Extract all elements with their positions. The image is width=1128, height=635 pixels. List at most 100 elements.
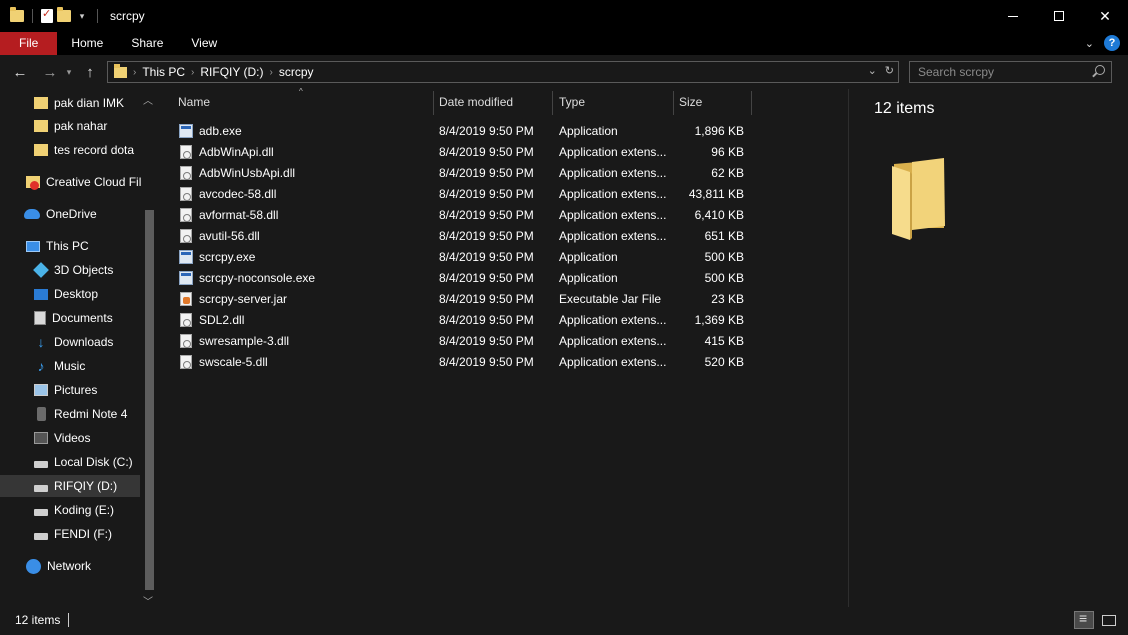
expand-ribbon-chevron-icon[interactable]: ⌄ <box>1085 37 1094 50</box>
table-row[interactable]: AdbWinApi.dll 8/4/2019 9:50 PM Applicati… <box>177 142 757 163</box>
drive-icon <box>34 460 48 468</box>
sidebar-item-redmi-note-4[interactable]: Redmi Note 4 <box>0 403 140 425</box>
sidebar-item-videos[interactable]: Videos <box>0 427 140 449</box>
breadcrumb-chevron-icon[interactable]: › <box>191 67 194 78</box>
breadcrumb-this-pc[interactable]: This PC <box>142 65 185 79</box>
recent-locations-chevron-icon[interactable]: ▾ <box>62 67 76 78</box>
dll-icon <box>180 145 192 159</box>
refresh-icon[interactable]: ↻ <box>885 64 894 77</box>
search-box[interactable] <box>909 61 1112 83</box>
tab-home[interactable]: Home <box>57 32 117 55</box>
search-icon[interactable] <box>1095 65 1105 75</box>
scroll-down-chevron-icon[interactable]: ﹀ <box>143 593 153 607</box>
breadcrumb-scrcpy[interactable]: scrcpy <box>279 65 314 79</box>
file-type: Application extens... <box>559 166 667 180</box>
file-type: Application extens... <box>559 229 667 243</box>
table-row[interactable]: scrcpy.exe 8/4/2019 9:50 PM Application … <box>177 247 757 268</box>
column-header-name[interactable]: Name <box>178 89 210 115</box>
maximize-button[interactable] <box>1036 0 1082 32</box>
column-header-date-modified[interactable]: Date modified <box>439 89 513 115</box>
toolbar-divider <box>32 9 33 23</box>
address-dropdown-chevron-icon[interactable]: ⌄ <box>868 64 877 77</box>
sidebar-item-documents[interactable]: Documents <box>0 307 140 329</box>
close-button[interactable]: ✕ <box>1082 0 1128 32</box>
sidebar-item-desktop[interactable]: Desktop <box>0 283 140 305</box>
status-divider <box>68 613 69 627</box>
sidebar-item-label: FENDI (F:) <box>54 527 112 541</box>
sidebar-item-this-pc[interactable]: This PC <box>0 235 140 257</box>
table-row[interactable]: adb.exe 8/4/2019 9:50 PM Application 1,8… <box>177 121 757 142</box>
file-date: 8/4/2019 9:50 PM <box>439 313 534 327</box>
back-arrow-icon[interactable]: ← <box>8 64 32 81</box>
sidebar-item-music[interactable]: ♪ Music <box>0 355 140 377</box>
drive-icon <box>34 532 48 540</box>
sidebar-item-onedrive[interactable]: OneDrive <box>0 203 140 225</box>
sidebar-item-label: Network <box>47 559 92 573</box>
forward-arrow-icon[interactable]: → <box>38 64 62 81</box>
dll-icon <box>180 166 192 180</box>
breadcrumb-rifqiy-drive[interactable]: RIFQIY (D:) <box>200 65 263 79</box>
sidebar-item-3d-objects[interactable]: 3D Objects <box>0 259 140 281</box>
table-row[interactable]: avformat-58.dll 8/4/2019 9:50 PM Applica… <box>177 205 757 226</box>
sidebar-item-pak-nahar[interactable]: pak nahar <box>0 115 140 137</box>
table-row[interactable]: swresample-3.dll 8/4/2019 9:50 PM Applic… <box>177 331 757 352</box>
breadcrumb-chevron-icon[interactable]: › <box>133 67 136 78</box>
sidebar-item-creative-cloud-files[interactable]: Creative Cloud Fil <box>0 171 141 193</box>
sidebar-item-network[interactable]: Network <box>0 555 140 577</box>
folder-icon <box>34 144 48 156</box>
properties-icon[interactable] <box>41 7 53 23</box>
table-row[interactable]: avcodec-58.dll 8/4/2019 9:50 PM Applicat… <box>177 184 757 205</box>
sidebar-item-label: Documents <box>52 311 113 325</box>
window-controls: ✕ <box>990 0 1128 32</box>
sidebar-item-koding-e[interactable]: Koding (E:) <box>0 499 140 521</box>
table-row[interactable]: AdbWinUsbApi.dll 8/4/2019 9:50 PM Applic… <box>177 163 757 184</box>
file-type: Application extens... <box>559 208 667 222</box>
address-bar[interactable]: › This PC › RIFQIY (D:) › scrcpy ⌄ ↻ <box>107 61 899 83</box>
tab-file[interactable]: File <box>0 32 58 55</box>
large-icons-view-button[interactable] <box>1099 611 1119 629</box>
breadcrumb-chevron-icon[interactable]: › <box>270 67 273 78</box>
file-size: 500 KB <box>704 250 744 264</box>
sidebar-item-local-disk-c[interactable]: Local Disk (C:) <box>0 451 140 473</box>
navigation-bar: ← → ▾ ↑ › This PC › RIFQIY (D:) › scrcpy… <box>0 55 1128 89</box>
file-date: 8/4/2019 9:50 PM <box>439 187 534 201</box>
table-row[interactable]: SDL2.dll 8/4/2019 9:50 PM Application ex… <box>177 310 757 331</box>
sidebar-item-fendi-f[interactable]: FENDI (F:) <box>0 523 140 545</box>
details-item-count: 12 items <box>874 100 935 117</box>
sidebar-item-pak-dian-imk[interactable]: pak dian IMK <box>0 92 140 114</box>
tab-view[interactable]: View <box>177 32 231 55</box>
sidebar-item-label: pak dian IMK <box>54 96 125 110</box>
details-view-button[interactable] <box>1074 610 1094 629</box>
new-folder-icon[interactable] <box>57 7 71 22</box>
sidebar-scrollbar-thumb[interactable] <box>145 210 154 590</box>
search-input[interactable] <box>910 62 1085 82</box>
sidebar-item-pictures[interactable]: Pictures <box>0 379 140 401</box>
column-divider[interactable] <box>673 91 674 115</box>
table-row[interactable]: swscale-5.dll 8/4/2019 9:50 PM Applicati… <box>177 352 757 373</box>
customize-toolbar-chevron-icon[interactable]: ▾ <box>75 11 89 22</box>
drive-icon <box>34 508 48 516</box>
column-divider[interactable] <box>751 91 752 115</box>
table-row[interactable]: scrcpy-noconsole.exe 8/4/2019 9:50 PM Ap… <box>177 268 757 289</box>
table-row[interactable]: scrcpy-server.jar 8/4/2019 9:50 PM Execu… <box>177 289 757 310</box>
exe-icon <box>179 124 193 138</box>
sidebar-item-rifqiy-d[interactable]: RIFQIY (D:) <box>0 475 140 497</box>
toolbar-divider <box>97 9 98 23</box>
table-row[interactable]: avutil-56.dll 8/4/2019 9:50 PM Applicati… <box>177 226 757 247</box>
column-header-type[interactable]: Type <box>559 89 585 115</box>
column-divider[interactable] <box>433 91 434 115</box>
sidebar-item-tes-record-dota[interactable]: tes record dota <box>0 139 140 161</box>
file-date: 8/4/2019 9:50 PM <box>439 229 534 243</box>
help-icon[interactable]: ? <box>1104 35 1120 51</box>
column-header-size[interactable]: Size <box>679 89 702 115</box>
sidebar-item-label: Desktop <box>54 287 99 301</box>
file-type: Application extens... <box>559 313 667 327</box>
tab-share[interactable]: Share <box>117 32 177 55</box>
dll-icon <box>180 313 192 327</box>
sidebar-item-downloads[interactable]: ↓ Downloads <box>0 331 140 353</box>
file-date: 8/4/2019 9:50 PM <box>439 355 534 369</box>
column-divider[interactable] <box>552 91 553 115</box>
scroll-up-chevron-icon[interactable]: ︿ <box>143 92 153 107</box>
minimize-button[interactable] <box>990 0 1036 32</box>
up-arrow-icon[interactable]: ↑ <box>78 64 102 81</box>
